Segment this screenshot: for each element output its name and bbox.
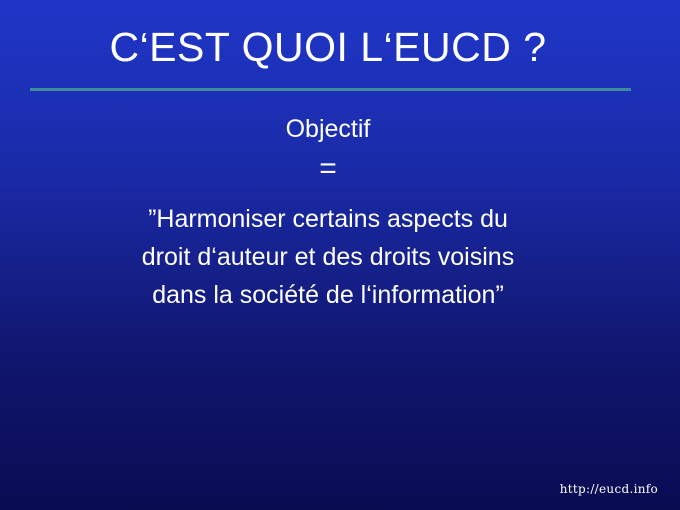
quote-line-1: ”Harmoniser certains aspects du [148,205,508,233]
equals-sign: = [319,152,337,185]
title-divider [30,88,631,91]
slide-title: C‘EST QUOI L‘EUCD ? [109,24,547,70]
slide: C‘EST QUOI L‘EUCD ? Objectif = ”Harmonis… [0,0,680,510]
objective-label: Objectif [285,115,371,143]
quote-line-3: dans la société de l‘information” [152,281,504,309]
objective-quote: ”Harmoniser certains aspects du droit d‘… [0,200,656,314]
quote-line-2: droit d‘auteur et des droits voisins [141,243,515,271]
footer-url: http://eucd.info [559,482,658,496]
